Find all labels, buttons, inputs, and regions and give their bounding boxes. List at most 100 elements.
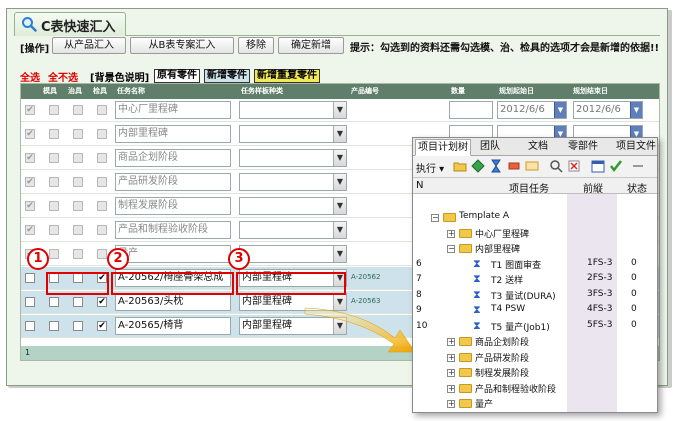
task-name-field[interactable]: 制程发展阶段 xyxy=(115,197,231,215)
toolbar-more-icon[interactable] xyxy=(631,159,645,173)
task-name-field[interactable]: A-20565/椅背 xyxy=(115,317,231,335)
mold-checkbox[interactable] xyxy=(49,297,59,307)
mold-checkbox[interactable] xyxy=(49,105,59,115)
collapse-icon[interactable]: − xyxy=(431,214,439,222)
gauge-checkbox[interactable] xyxy=(97,129,107,139)
mold-checkbox[interactable] xyxy=(49,321,59,331)
jig-checkbox[interactable] xyxy=(73,177,83,187)
tree-row[interactable]: + 中心厂里程碑 xyxy=(413,226,657,241)
tree-row[interactable]: 8 ⧗ T3 量试(DURA) 3FS-3 0 xyxy=(413,288,657,303)
expand-icon[interactable]: + xyxy=(447,338,455,346)
deselect-all-link[interactable]: 全不选 xyxy=(48,69,78,84)
gauge-checkbox[interactable] xyxy=(97,225,107,235)
dropdown-arrow-icon[interactable]: ▼ xyxy=(333,150,346,166)
dropdown-arrow-icon[interactable]: ▼ xyxy=(333,222,346,238)
dropdown-arrow-icon[interactable]: ▼ xyxy=(333,246,346,262)
tree-row[interactable]: + 产品和制程验收阶段 xyxy=(413,381,657,396)
task-name-field[interactable]: 中心厂里程碑 xyxy=(115,101,231,119)
tree-row[interactable]: 6 ⧗ T1 图面审查 1FS-3 0 xyxy=(413,257,657,272)
tree-row[interactable]: + 量产 xyxy=(413,396,657,411)
plan-end-date[interactable]: 2012/6/6 ▼ xyxy=(573,101,643,119)
dropdown-arrow-icon[interactable]: ▼ xyxy=(333,126,346,142)
tree-row[interactable]: 10 ⧗ T5 量产(Job1) 5FS-3 0 xyxy=(413,319,657,334)
mold-checkbox[interactable] xyxy=(49,177,59,187)
gauge-checkbox[interactable] xyxy=(97,105,107,115)
template-type-select[interactable]: ▼ xyxy=(239,221,347,239)
select-checkbox[interactable]: ✔ xyxy=(25,177,35,187)
diamond-icon[interactable] xyxy=(471,159,485,173)
task-name-field[interactable]: 量产 xyxy=(115,245,231,263)
expand-icon[interactable]: + xyxy=(447,384,455,393)
template-type-select[interactable]: ▼ xyxy=(239,101,347,119)
mold-checkbox[interactable] xyxy=(49,225,59,235)
select-checkbox[interactable]: ✔ xyxy=(25,225,35,235)
expand-icon[interactable]: + xyxy=(447,369,455,377)
check-icon[interactable] xyxy=(609,159,623,173)
execute-menu[interactable]: 执行 ▾ xyxy=(416,160,444,175)
link-icon[interactable] xyxy=(525,159,539,173)
dropdown-arrow-icon[interactable]: ▼ xyxy=(333,102,346,118)
folder-open-icon[interactable] xyxy=(453,159,467,173)
plan-start-date[interactable]: 2012/6/6 ▼ xyxy=(497,101,567,119)
select-checkbox[interactable]: ✔ xyxy=(25,105,35,115)
expand-icon[interactable]: + xyxy=(447,229,455,238)
template-type-select[interactable]: ▼ xyxy=(239,173,347,191)
delete-icon[interactable] xyxy=(567,159,581,173)
tree-row[interactable]: 7 ⧗ T2 送样 2FS-3 0 xyxy=(413,272,657,287)
task-name-field[interactable]: 产品研发阶段 xyxy=(115,173,231,191)
gauge-checkbox[interactable] xyxy=(97,249,107,259)
confirm-add-button[interactable]: 确定新增 xyxy=(278,37,344,54)
mold-checkbox[interactable] xyxy=(49,129,59,139)
gauge-checkbox[interactable] xyxy=(97,201,107,211)
jig-checkbox[interactable] xyxy=(73,297,83,307)
mold-checkbox[interactable] xyxy=(49,249,59,259)
hourglass-icon[interactable] xyxy=(489,159,503,173)
expand-icon[interactable]: + xyxy=(447,400,455,408)
task-name-field[interactable]: A-20563/头枕 xyxy=(115,293,231,311)
import-from-b-table-button[interactable]: 从B表专案汇入 xyxy=(130,37,234,54)
tab-team[interactable]: 团队 xyxy=(475,139,505,156)
tab-parts[interactable]: 零部件 xyxy=(563,139,603,156)
date-dropdown-icon[interactable]: ▼ xyxy=(554,102,566,118)
date-dropdown-icon[interactable]: ▼ xyxy=(630,102,642,118)
tab-project-files[interactable]: 项目文件 xyxy=(611,139,657,156)
import-from-product-button[interactable]: 从产品汇入 xyxy=(52,37,126,54)
gauge-checkbox[interactable]: ✔ xyxy=(97,297,107,307)
select-checkbox[interactable] xyxy=(25,321,35,331)
gauge-checkbox[interactable]: ✔ xyxy=(97,321,107,331)
tree-row[interactable]: + 商品企划阶段 xyxy=(413,334,657,349)
collapse-icon[interactable]: − xyxy=(447,245,455,253)
mold-checkbox[interactable] xyxy=(49,153,59,163)
gauge-checkbox[interactable] xyxy=(97,177,107,187)
select-checkbox[interactable]: ✔ xyxy=(25,153,35,163)
template-type-select[interactable]: ▼ xyxy=(239,245,347,263)
gauge-checkbox[interactable] xyxy=(97,153,107,163)
jig-checkbox[interactable] xyxy=(73,321,83,331)
template-type-select[interactable]: ▼ xyxy=(239,125,347,143)
template-type-select[interactable]: ▼ xyxy=(239,149,347,167)
eraser-icon[interactable] xyxy=(507,159,521,173)
select-checkbox[interactable] xyxy=(25,297,35,307)
find-icon[interactable] xyxy=(549,159,563,173)
expand-icon[interactable]: + xyxy=(447,353,455,362)
select-all-link[interactable]: 全选 xyxy=(20,69,40,84)
dropdown-arrow-icon[interactable]: ▼ xyxy=(333,198,346,214)
template-type-select[interactable]: ▼ xyxy=(239,197,347,215)
tree-row[interactable]: − Template A xyxy=(413,210,657,225)
dropdown-arrow-icon[interactable]: ▼ xyxy=(333,174,346,190)
task-name-field[interactable]: 产品和制程验收阶段 xyxy=(115,221,231,239)
select-checkbox[interactable]: ✔ xyxy=(25,129,35,139)
tab-project-plan-tree[interactable]: 项目计划树 xyxy=(415,139,471,156)
quantity-input[interactable] xyxy=(449,101,493,119)
tree-row[interactable]: + 制程发展阶段 xyxy=(413,365,657,380)
task-name-field[interactable]: 内部里程碑 xyxy=(115,125,231,143)
jig-checkbox[interactable] xyxy=(73,225,83,235)
tab-documents[interactable]: 文档 xyxy=(523,139,553,156)
remove-button[interactable]: 移除 xyxy=(238,37,274,54)
jig-checkbox[interactable] xyxy=(73,105,83,115)
tree-row[interactable]: + 产品研发阶段 xyxy=(413,350,657,365)
tree-row[interactable]: − 内部里程碑 xyxy=(413,241,657,256)
select-checkbox[interactable]: ✔ xyxy=(25,201,35,211)
tree-row[interactable]: 9 ⧗ T4 PSW 4FS-3 0 xyxy=(413,303,657,318)
jig-checkbox[interactable] xyxy=(73,249,83,259)
